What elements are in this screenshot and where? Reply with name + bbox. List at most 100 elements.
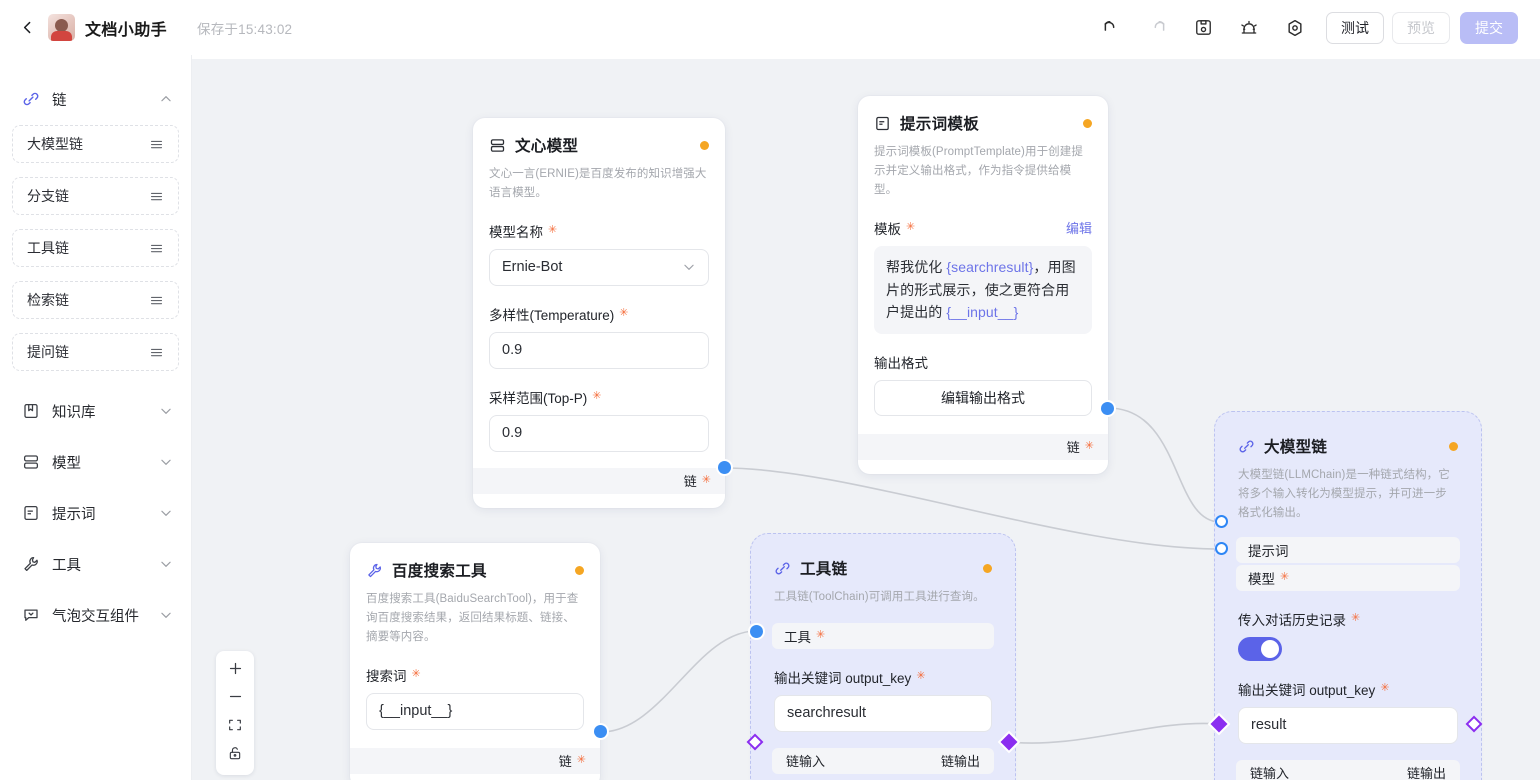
fit-screen-button[interactable] xyxy=(216,713,254,741)
port-wenxin-chain-output[interactable] xyxy=(718,461,731,474)
redo-icon xyxy=(1147,17,1168,38)
query-input[interactable]: {__input__} xyxy=(366,692,584,730)
temperature-input[interactable]: 0.9 xyxy=(489,331,709,369)
drag-handle-icon[interactable] xyxy=(149,189,164,204)
sidebar-group-bubble-components[interactable]: 气泡交互组件 xyxy=(0,595,191,635)
drag-handle-icon[interactable] xyxy=(149,241,164,256)
field-label: 传入对话历史记录 ✳ xyxy=(1238,612,1361,628)
field-label: 采样范围(Top-P) ✳ xyxy=(489,390,602,406)
node-llm-chain[interactable]: 大模型链 大模型链(LLMChain)是一种链式结构，它将多个输入转化为模型提示… xyxy=(1210,411,1483,780)
link-icon xyxy=(774,560,791,577)
output-port-row-chain: 链 ✳ xyxy=(350,747,600,774)
sidebar-group-tools[interactable]: 工具 xyxy=(0,544,191,584)
chevron-down-icon xyxy=(159,404,173,418)
submit-button[interactable]: 提交 xyxy=(1460,11,1518,44)
document-title: 文档小助手 xyxy=(85,21,168,39)
settings-button[interactable] xyxy=(1272,8,1318,48)
sidebar-group-label: 链 xyxy=(52,92,67,109)
node-tool-chain[interactable]: 工具链 工具链(ToolChain)可调用工具进行查询。 工具 ✳ 输出关键词 … xyxy=(746,533,1018,780)
history-toggle[interactable] xyxy=(1238,636,1282,661)
zoom-out-button[interactable] xyxy=(216,685,254,713)
plus-icon xyxy=(227,660,244,682)
flow-canvas[interactable]: 文心模型 文心一言(ERNIE)是百度发布的知识增强大语言模型。 模型名称 ✳ … xyxy=(192,59,1540,780)
sidebar-item-label: 提问链 xyxy=(27,344,69,360)
node-header: 百度搜索工具 xyxy=(350,543,600,581)
test-button[interactable]: 测试 xyxy=(1326,11,1384,44)
field-output-key: 输出关键词 output_key ✳ searchresult xyxy=(758,667,1008,732)
port-baidu-chain-output[interactable] xyxy=(594,725,607,738)
status-dot xyxy=(1083,118,1092,128)
link-icon xyxy=(1238,438,1255,455)
node-description: 大模型链(LLMChain)是一种链式结构，它将多个输入转化为模型提示，并可进一… xyxy=(1238,469,1450,519)
chevron-down-icon xyxy=(159,608,173,622)
input-slot-tool[interactable]: 工具 ✳ xyxy=(772,622,994,649)
sidebar-item-retrieval-chain[interactable]: 检索链 xyxy=(12,281,179,319)
sidebar-group-chain[interactable]: 链 xyxy=(0,79,191,119)
input-slot-prompt[interactable]: 提示词 xyxy=(1236,536,1460,563)
status-dot xyxy=(1449,441,1458,451)
sidebar-item-label: 分支链 xyxy=(27,188,69,204)
model-name-select[interactable]: Ernie-Bot xyxy=(489,248,709,286)
edit-template-link[interactable]: 编辑 xyxy=(1066,218,1092,237)
sidebar-group-model[interactable]: 模型 xyxy=(0,442,191,482)
sidebar-group-knowledge-base[interactable]: 知识库 xyxy=(0,391,191,431)
port-toolchain-chain-output[interactable] xyxy=(1000,733,1018,751)
sidebar: 链 大模型链 分支链 工具链 检索链 提问链 知识库 模型 提示词 工具 气泡交… xyxy=(0,55,192,780)
template-text[interactable]: 帮我优化 {searchresult}，用图片的形式展示，使之更符合用户提出的 … xyxy=(874,245,1092,334)
sidebar-item-llm-chain[interactable]: 大模型链 xyxy=(12,125,179,163)
sidebar-item-tool-chain[interactable]: 工具链 xyxy=(12,229,179,267)
drag-handle-icon[interactable] xyxy=(149,345,164,360)
node-wenxin-model[interactable]: 文心模型 文心一言(ERNIE)是百度发布的知识增强大语言模型。 模型名称 ✳ … xyxy=(473,118,731,508)
node-baidu-search-tool[interactable]: 百度搜索工具 百度搜索工具(BaiduSearchTool)，用于查询百度搜索结… xyxy=(350,543,607,780)
field-label: 多样性(Temperature) ✳ xyxy=(489,307,629,323)
port-toolchain-tool-input[interactable] xyxy=(750,625,763,638)
required-mark: ✳ xyxy=(576,754,586,767)
back-button[interactable] xyxy=(10,11,44,45)
node-footer-pad xyxy=(858,460,1108,474)
sidebar-item-question-chain[interactable]: 提问链 xyxy=(12,333,179,371)
node-description: 百度搜索工具(BaiduSearchTool)，用于查询百度搜索结果，返回结果标… xyxy=(366,593,579,643)
port-llm-model-input[interactable] xyxy=(1215,542,1228,555)
sidebar-group-prompt[interactable]: 提示词 xyxy=(0,493,191,533)
output-key-value: result xyxy=(1251,717,1287,734)
status-dot xyxy=(983,563,992,573)
node-header: 文心模型 xyxy=(473,118,725,156)
required-mark: ✳ xyxy=(1380,682,1390,695)
edit-output-format-button[interactable]: 编辑输出格式 xyxy=(874,379,1092,416)
output-key-input[interactable]: searchresult xyxy=(774,694,992,732)
zoom-in-button[interactable] xyxy=(216,657,254,685)
slot-label: 模型 xyxy=(1248,571,1275,587)
node-prompt-template[interactable]: 提示词模板 提示词模板(PromptTemplate)用于创建提示并定义输出格式… xyxy=(858,96,1114,474)
drag-handle-icon[interactable] xyxy=(149,293,164,308)
note-icon xyxy=(874,115,891,132)
chain-io-row: 链输入 链输出 xyxy=(1236,759,1460,780)
undo-button[interactable] xyxy=(1088,8,1134,48)
required-mark: ✳ xyxy=(916,670,926,683)
field-output-key: 输出关键词 output_key ✳ result xyxy=(1222,679,1474,744)
redo-button[interactable] xyxy=(1134,8,1180,48)
required-mark: ✳ xyxy=(548,224,558,237)
drag-handle-icon[interactable] xyxy=(149,137,164,152)
database-icon xyxy=(489,137,506,154)
port-toolchain-chain-input[interactable] xyxy=(746,733,764,751)
lock-button[interactable] xyxy=(216,741,254,769)
topp-input[interactable]: 0.9 xyxy=(489,414,709,452)
preview-button[interactable]: 预览 xyxy=(1392,11,1450,44)
save-button[interactable] xyxy=(1180,8,1226,48)
field-label: 输出关键词 output_key ✳ xyxy=(1238,682,1390,698)
minus-icon xyxy=(227,688,244,710)
sidebar-group-label: 提示词 xyxy=(52,506,96,523)
alarm-button[interactable] xyxy=(1226,8,1272,48)
output-port-row-chain: 链 ✳ xyxy=(473,467,725,494)
top-bar: 文档小助手 保存于15:43:02 测试 预览 提交 xyxy=(0,0,1540,55)
output-key-input[interactable]: result xyxy=(1238,706,1458,744)
slot-label: 提示词 xyxy=(1248,543,1289,559)
required-mark: ✳ xyxy=(1280,571,1290,584)
chevron-down-icon xyxy=(159,506,173,520)
alarm-icon xyxy=(1239,18,1259,38)
port-prompt-chain-output[interactable] xyxy=(1101,402,1114,415)
input-slot-model[interactable]: 模型 ✳ xyxy=(1236,564,1460,591)
sidebar-item-branch-chain[interactable]: 分支链 xyxy=(12,177,179,215)
required-mark: ✳ xyxy=(701,474,711,487)
port-llm-prompt-input[interactable] xyxy=(1215,515,1228,528)
